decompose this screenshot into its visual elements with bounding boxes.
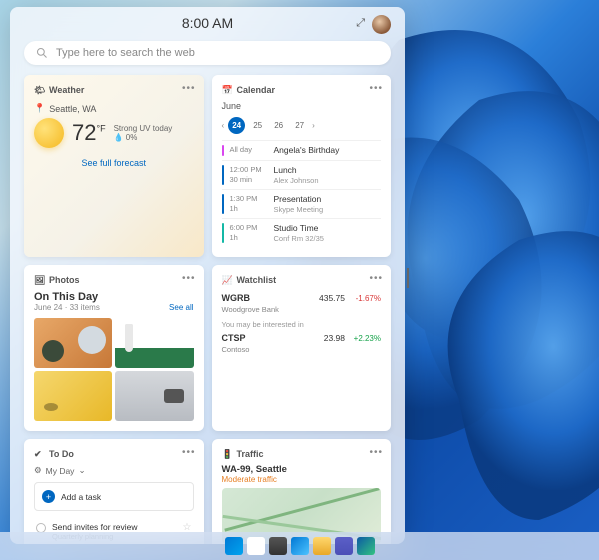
todo-card[interactable]: ✔To Do ••• ⚙My Day⌄ +Add a task Send inv… (24, 439, 204, 544)
photo-thumb[interactable] (115, 371, 193, 421)
weather-card[interactable]: 🌤Weather ••• 📍Seattle, WA 72°F Strong UV… (24, 75, 204, 257)
search-input[interactable]: Type here to search the web (24, 41, 391, 65)
calendar-day-selector[interactable]: ‹ 24 25 26 27 › (222, 117, 382, 134)
edge-icon[interactable] (357, 537, 375, 555)
card-menu-icon[interactable]: ••• (369, 273, 383, 284)
search-icon (36, 47, 48, 59)
weather-icon: 🌤 (34, 85, 44, 95)
calendar-event[interactable]: 6:00 PM1hStudio TimeConf Rm 32/35 (222, 218, 382, 247)
card-menu-icon[interactable]: ••• (182, 273, 196, 284)
teams-icon[interactable] (335, 537, 353, 555)
file-explorer-icon[interactable] (313, 537, 331, 555)
photos-icon: 🖼 (34, 275, 44, 285)
calendar-event[interactable]: 12:00 PM30 minLunchAlex Johnson (222, 160, 382, 189)
temperature: 72°F (72, 120, 106, 146)
widgets-icon[interactable] (291, 537, 309, 555)
see-all-link[interactable]: See all (169, 303, 193, 312)
calendar-event[interactable]: 1:30 PM1hPresentationSkype Meeting (222, 189, 382, 218)
sun-icon (34, 118, 64, 148)
taskbar (0, 532, 599, 560)
calendar-card[interactable]: 📅Calendar ••• June ‹ 24 25 26 27 › All d… (212, 75, 392, 257)
add-task-button[interactable]: +Add a task (34, 482, 194, 511)
watchlist-card[interactable]: 📈Watchlist ••• WGRB 435.75 -1.67% Woodgr… (212, 265, 392, 431)
calendar-icon: 📅 (222, 85, 232, 95)
card-menu-icon[interactable]: ••• (369, 83, 383, 94)
start-button[interactable] (225, 537, 243, 555)
card-menu-icon[interactable]: ••• (182, 447, 196, 458)
traffic-icon: 🚦 (222, 449, 232, 459)
forecast-link[interactable]: See full forecast (34, 158, 194, 168)
user-avatar[interactable] (372, 15, 391, 34)
widgets-panel: 8:00 AM ⤢ Type here to search the web 🌤W… (10, 7, 405, 544)
traffic-card[interactable]: 🚦Traffic ••• WA-99, Seattle Moderate tra… (212, 439, 392, 544)
next-day-icon[interactable]: › (312, 121, 315, 130)
watchlist-icon: 📈 (222, 275, 232, 285)
chevron-down-icon: ⌄ (78, 465, 85, 476)
calendar-event[interactable]: All dayAngela's Birthday (222, 140, 382, 160)
photo-thumb[interactable] (115, 318, 193, 368)
scroll-indicator[interactable] (407, 268, 409, 288)
stock-row[interactable]: CTSP 23.98 +2.23% (222, 333, 382, 343)
card-menu-icon[interactable]: ••• (182, 83, 196, 94)
photos-card[interactable]: 🖼Photos ••• On This Day June 24 · 33 ite… (24, 265, 204, 431)
location-icon: 📍 (34, 103, 45, 114)
photo-thumb[interactable] (34, 371, 112, 421)
plus-icon: + (42, 490, 55, 503)
prev-day-icon[interactable]: ‹ (222, 121, 225, 130)
photo-thumb[interactable] (34, 318, 112, 368)
stock-row[interactable]: WGRB 435.75 -1.67% (222, 293, 382, 303)
expand-icon[interactable]: ⤢ (356, 17, 365, 30)
card-menu-icon[interactable]: ••• (369, 447, 383, 458)
taskbar-search-icon[interactable] (247, 537, 265, 555)
task-view-icon[interactable] (269, 537, 287, 555)
todo-icon: ✔ (34, 449, 44, 459)
clock-time: 8:00 AM (10, 15, 405, 31)
